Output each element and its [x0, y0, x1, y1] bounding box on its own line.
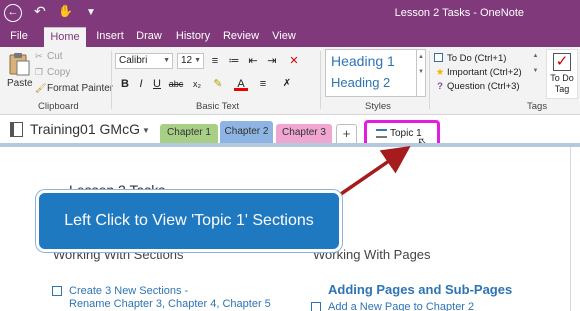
callout-text: Left Click to View 'Topic 1' Sections — [64, 212, 314, 229]
notebook-bar: Training01 GMcG ▼ Chapter 1 Chapter 2 Ch… — [0, 116, 580, 143]
chevron-up-icon: ▲ — [418, 54, 424, 60]
bullets-icon[interactable]: ≡ — [208, 54, 222, 68]
highlight-color-icon[interactable]: ✎ — [211, 77, 225, 91]
style-heading-2[interactable]: Heading 2 — [331, 75, 390, 90]
checkmark-icon: ✓ — [553, 53, 571, 71]
onenote-window: ← ↶ ✋ ▼ Lesson 2 Tasks - OneNote File Ho… — [0, 0, 580, 311]
chevron-down-icon: ▼ — [163, 57, 170, 64]
notebook-name[interactable]: Training01 GMcG — [30, 121, 140, 137]
tab-home[interactable]: Home — [44, 27, 86, 47]
tab-view[interactable]: View — [268, 27, 300, 47]
basic-text-group-label: Basic Text — [196, 101, 240, 112]
chevron-down-icon: ▼ — [194, 57, 201, 64]
tab-draw[interactable]: Draw — [133, 27, 165, 47]
outdent-icon[interactable]: ⇤ — [246, 54, 260, 68]
copy-icon: ❐ — [35, 67, 44, 77]
style-heading-1[interactable]: Heading 1 — [331, 53, 395, 69]
divider — [320, 51, 321, 109]
star-icon: ★ — [435, 67, 445, 78]
checkbox-icon — [434, 53, 443, 62]
chevron-down-icon[interactable]: ▼ — [142, 126, 150, 135]
font-size-select[interactable]: 12 ▼ — [177, 53, 204, 69]
divider — [429, 51, 430, 109]
tag-important[interactable]: ★ Important (Ctrl+2) — [433, 66, 522, 79]
back-icon[interactable]: ← — [4, 4, 22, 22]
section-tab-chapter-2[interactable]: Chapter 2 — [220, 121, 273, 143]
underline-button[interactable]: U — [150, 77, 164, 91]
align-icon[interactable]: ≡ — [256, 77, 270, 91]
cut-button[interactable]: ✂ Cut — [35, 51, 63, 62]
font-name-select[interactable]: Calibri ▼ — [115, 53, 173, 69]
bold-button[interactable]: B — [118, 77, 132, 91]
indent-icon[interactable]: ⇥ — [265, 54, 279, 68]
task-add-page[interactable]: Add a New Page to Chapter 2 — [328, 301, 474, 311]
tags-group-label: Tags — [527, 101, 548, 112]
subscript-icon[interactable]: x₂ — [190, 77, 204, 91]
touch-mode-icon[interactable]: ✋ — [58, 4, 73, 18]
font-color-icon[interactable]: A — [234, 77, 248, 91]
styles-group-label: Styles — [365, 101, 391, 112]
tab-insert[interactable]: Insert — [92, 27, 128, 47]
ribbon-tabs: File Home Insert Draw History Review Vie… — [0, 27, 580, 47]
chevron-down-icon: ▼ — [418, 69, 424, 75]
numbering-icon[interactable]: ≔ — [227, 54, 241, 68]
subheading-adding-pages[interactable]: Adding Pages and Sub-Pages — [328, 282, 512, 297]
tag-question[interactable]: ? Question (Ctrl+3) — [433, 80, 520, 93]
todo-tag-button[interactable]: ✓ To Do Tag — [546, 49, 578, 99]
tab-review[interactable]: Review — [222, 27, 260, 47]
undo-icon[interactable]: ↶ — [34, 3, 46, 20]
clipboard-group-label: Clipboard — [38, 101, 79, 112]
section-tab-chapter-3[interactable]: Chapter 3 — [276, 124, 332, 143]
italic-button[interactable]: I — [134, 77, 148, 91]
strikethrough-button[interactable]: abc — [166, 77, 186, 91]
add-section-button[interactable]: + — [336, 124, 357, 143]
delete-icon[interactable]: ✗ — [280, 77, 294, 91]
paste-button[interactable]: Paste — [7, 78, 33, 89]
customize-toolbar-icon[interactable]: ▼ — [86, 7, 96, 18]
tab-file[interactable]: File — [4, 27, 34, 47]
divider — [111, 51, 112, 109]
brush-icon: 🖌 — [35, 83, 47, 93]
chevron-down-icon: ▼ — [532, 68, 539, 74]
window-title: Lesson 2 Tasks - OneNote — [394, 7, 524, 19]
task-checkbox[interactable] — [311, 302, 321, 311]
styles-scroll[interactable]: ▲ ▼ — [417, 49, 426, 97]
chevron-up-icon: ▲ — [532, 53, 539, 59]
task-checkbox[interactable] — [52, 286, 62, 296]
section-tab-chapter-1[interactable]: Chapter 1 — [160, 124, 218, 143]
callout-box: Left Click to View 'Topic 1' Sections — [36, 190, 342, 252]
copy-button[interactable]: ❐ Copy — [35, 67, 70, 78]
format-painter-button[interactable]: 🖌Format Painter — [35, 83, 113, 94]
question-icon: ? — [437, 81, 443, 92]
notebook-icon — [10, 122, 23, 137]
paste-icon[interactable] — [8, 52, 30, 76]
task-create-sections[interactable]: Create 3 New Sections - Rename Chapter 3… — [69, 285, 271, 311]
clear-formatting-icon[interactable]: ✕ — [287, 54, 301, 68]
tab-history[interactable]: History — [172, 27, 214, 47]
ribbon: Paste ✂ Cut ❐ Copy 🖌Format Painter Clipboa… — [0, 47, 580, 115]
scissors-icon: ✂ — [35, 51, 43, 61]
title-bar: ← ↶ ✋ ▼ Lesson 2 Tasks - OneNote — [0, 0, 580, 27]
page-scrollbar-edge — [570, 147, 571, 311]
tag-todo[interactable]: To Do (Ctrl+1) — [433, 52, 506, 65]
tags-scroll[interactable]: ▲ ▼ — [531, 49, 540, 97]
styles-gallery[interactable]: Heading 1 Heading 2 — [325, 49, 417, 97]
